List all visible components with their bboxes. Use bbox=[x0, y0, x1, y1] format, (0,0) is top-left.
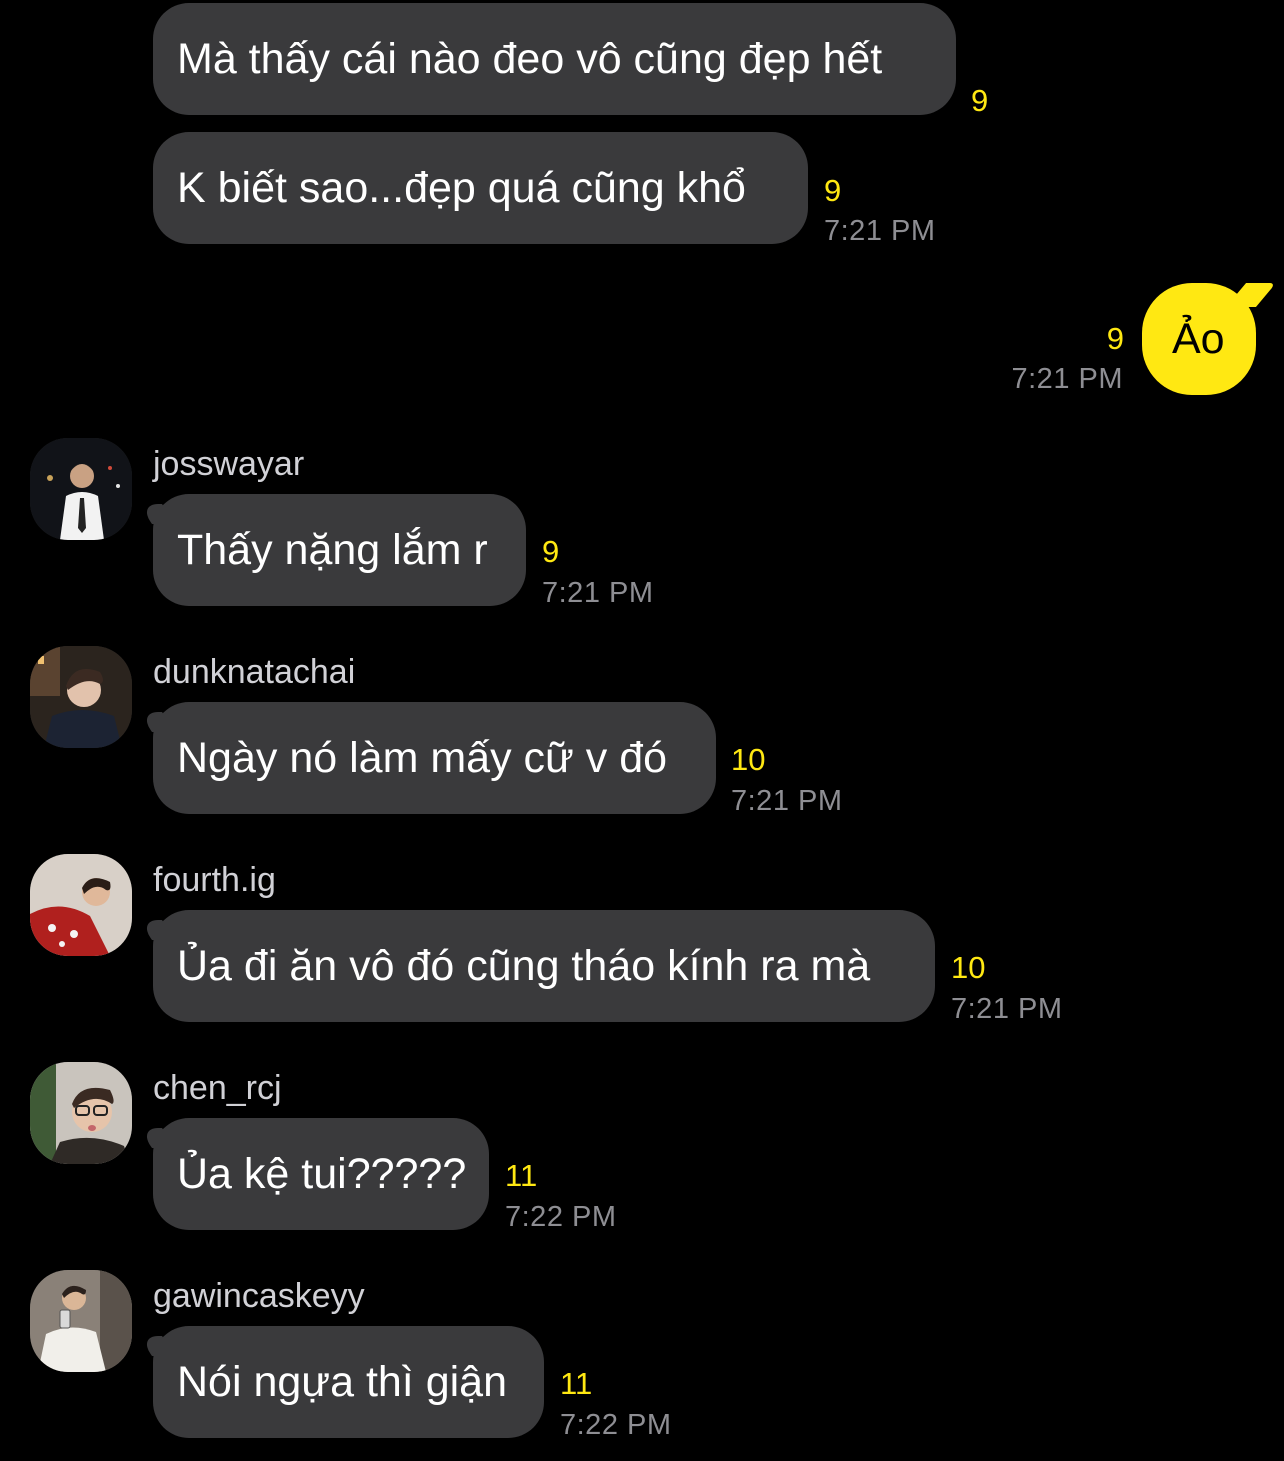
unread-count: 9 bbox=[542, 534, 560, 569]
message-text: Nói ngựa thì giận bbox=[177, 1358, 507, 1406]
message-bubble[interactable]: Thấy nặng lắm r bbox=[153, 494, 526, 606]
message-time: 7:21 PM bbox=[951, 993, 1063, 1025]
my-message-bubble[interactable]: Ảo bbox=[1142, 283, 1256, 395]
message-text: Ủa đi ăn vô đó cũng tháo kính ra mà bbox=[177, 942, 871, 990]
message-time: 7:21 PM bbox=[731, 785, 843, 817]
sender-username[interactable]: dunknatachai bbox=[153, 652, 355, 692]
message-time: 7:21 PM bbox=[542, 577, 654, 609]
unread-count: 11 bbox=[560, 1366, 593, 1401]
message-time: 7:22 PM bbox=[560, 1409, 672, 1441]
unread-count: 10 bbox=[951, 950, 986, 985]
unread-count: 11 bbox=[505, 1158, 538, 1193]
message-time: 7:21 PM bbox=[1011, 363, 1123, 395]
message-bubble[interactable]: Mà thấy cái nào đeo vô cũng đẹp hết bbox=[153, 3, 956, 115]
avatar-dunknatachai-icon bbox=[30, 646, 132, 748]
message-bubble[interactable]: Ủa đi ăn vô đó cũng tháo kính ra mà bbox=[153, 910, 935, 1022]
unread-count: 9 bbox=[824, 173, 842, 208]
message-time: 7:21 PM bbox=[824, 215, 936, 247]
sender-username[interactable]: gawincaskeyy bbox=[153, 1276, 365, 1316]
message-bubble[interactable]: Ủa kệ tui????? bbox=[153, 1118, 489, 1230]
message-text: Ủa kệ tui????? bbox=[177, 1150, 467, 1198]
avatar-gawincaskeyy[interactable] bbox=[30, 1270, 132, 1372]
message-text: Ảo bbox=[1172, 315, 1225, 363]
unread-count: 9 bbox=[971, 83, 989, 118]
avatar-gawincaskeyy-icon bbox=[30, 1270, 132, 1372]
sender-username[interactable]: chen_rcj bbox=[153, 1068, 282, 1108]
avatar-chen-rcj[interactable] bbox=[30, 1062, 132, 1164]
message-bubble[interactable]: Ngày nó làm mấy cữ v đó bbox=[153, 702, 716, 814]
avatar-josswayar-icon bbox=[30, 438, 132, 540]
message-text: K biết sao...đẹp quá cũng khổ bbox=[177, 164, 746, 212]
sender-username[interactable]: fourth.ig bbox=[153, 860, 276, 900]
sender-username[interactable]: josswayar bbox=[153, 444, 304, 484]
message-text: Ngày nó làm mấy cữ v đó bbox=[177, 734, 668, 782]
message-text: Thấy nặng lắm r bbox=[177, 526, 488, 574]
avatar-dunknatachai[interactable] bbox=[30, 646, 132, 748]
avatar-josswayar[interactable] bbox=[30, 438, 132, 540]
avatar-fourth-ig-icon bbox=[30, 854, 132, 956]
message-bubble[interactable]: Nói ngựa thì giận bbox=[153, 1326, 544, 1438]
unread-count: 9 bbox=[1106, 321, 1124, 356]
avatar-fourth-ig[interactable] bbox=[30, 854, 132, 956]
avatar-chen-rcj-icon bbox=[30, 1062, 132, 1164]
message-time: 7:22 PM bbox=[505, 1201, 617, 1233]
message-text: Mà thấy cái nào đeo vô cũng đẹp hết bbox=[177, 35, 883, 83]
unread-count: 10 bbox=[731, 742, 766, 777]
message-bubble[interactable]: K biết sao...đẹp quá cũng khổ bbox=[153, 132, 808, 244]
